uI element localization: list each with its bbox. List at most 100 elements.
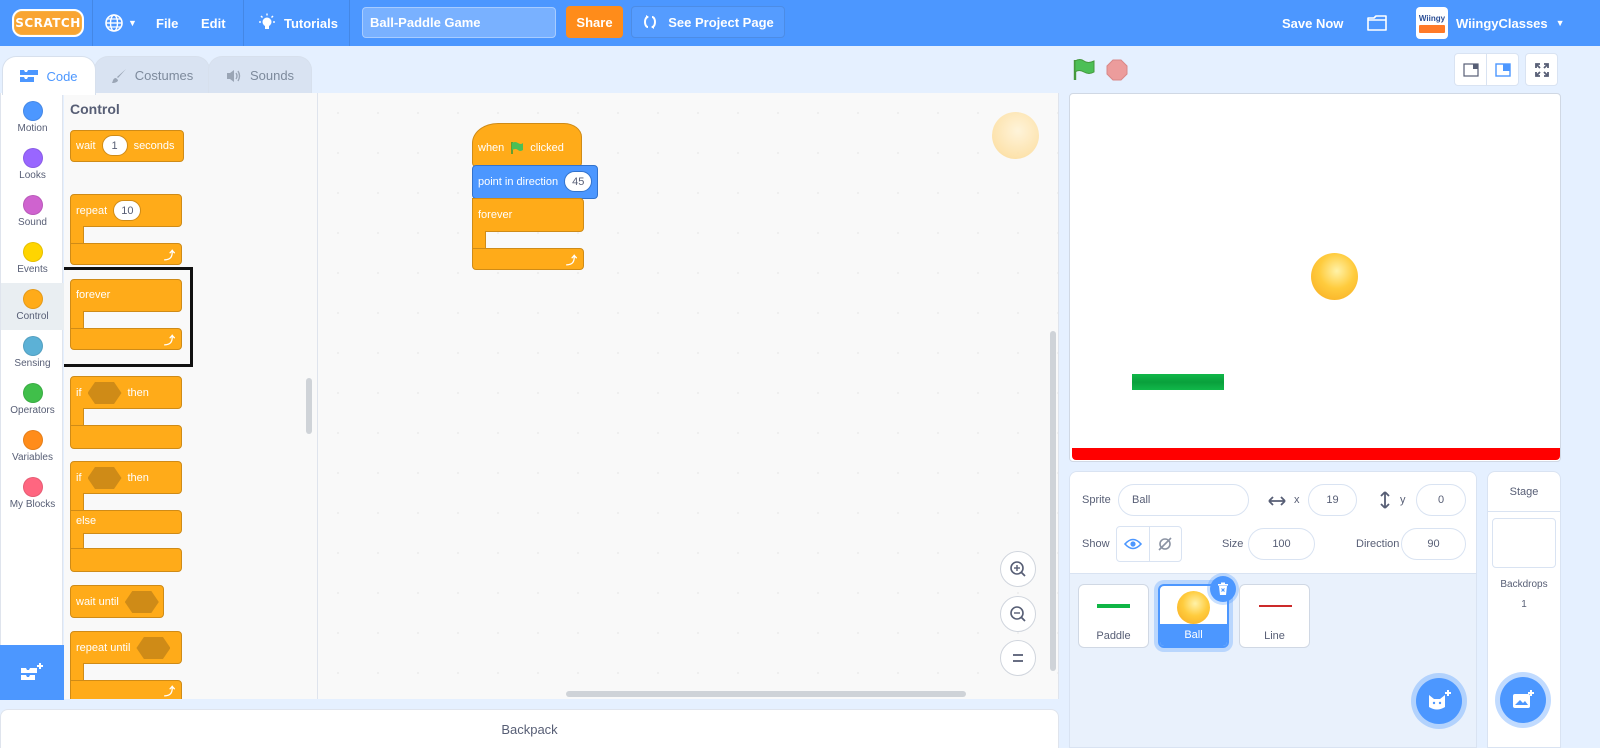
- block-wait-until[interactable]: wait until: [70, 585, 164, 618]
- line-sprite[interactable]: [1072, 448, 1560, 460]
- stage-canvas[interactable]: [1069, 93, 1561, 462]
- sprite-tile-line[interactable]: Line: [1239, 584, 1310, 648]
- username: WiingyClasses: [1456, 15, 1548, 31]
- block-text: then: [127, 472, 149, 484]
- y-position-input[interactable]: 0: [1416, 484, 1466, 516]
- zoom-in-icon: [1010, 561, 1026, 577]
- motion-dot-icon: [22, 101, 43, 121]
- choose-sprite-button[interactable]: [1416, 678, 1462, 724]
- category-sound[interactable]: Sound: [1, 189, 64, 236]
- sound-dot-icon: [22, 195, 43, 215]
- block-when-flag-clicked[interactable]: when clicked: [472, 123, 582, 167]
- block-repeat-until[interactable]: repeat until: [70, 631, 182, 664]
- fullscreen-button[interactable]: [1525, 53, 1558, 86]
- sprite-name-label: Sprite: [1082, 494, 1111, 506]
- edit-menu[interactable]: Edit: [201, 0, 226, 46]
- ball-sprite[interactable]: [1311, 253, 1358, 300]
- block-if-then[interactable]: if then: [70, 376, 182, 409]
- hide-sprite-button[interactable]: [1150, 527, 1182, 561]
- x-position-input[interactable]: 19: [1308, 484, 1357, 516]
- ball-thumbnail: [1177, 591, 1210, 624]
- see-project-page-button[interactable]: See Project Page: [631, 6, 785, 38]
- delete-sprite-button[interactable]: [1210, 576, 1236, 602]
- language-menu[interactable]: ▼: [104, 0, 137, 46]
- equals-icon: [1013, 654, 1023, 662]
- tab-costumes-label: Costumes: [134, 68, 194, 83]
- sprite-tile-paddle[interactable]: Paddle: [1078, 584, 1149, 648]
- save-now-button[interactable]: Save Now: [1282, 0, 1343, 46]
- condition-slot[interactable]: [87, 467, 122, 489]
- stop-icon: [1106, 59, 1128, 81]
- block-text: if: [76, 472, 82, 484]
- direction-input[interactable]: 90: [1401, 528, 1466, 560]
- show-sprite-button[interactable]: [1117, 527, 1150, 561]
- sprite-name-input[interactable]: Ball: [1118, 484, 1249, 516]
- zoom-in-button[interactable]: [1000, 551, 1036, 587]
- category-motion[interactable]: Motion: [1, 95, 64, 142]
- tutorials-button[interactable]: Tutorials: [258, 0, 338, 46]
- choose-backdrop-button[interactable]: [1500, 677, 1546, 723]
- block-wait-seconds[interactable]: wait 1 seconds: [70, 130, 184, 162]
- zoom-out-icon: [1010, 606, 1026, 622]
- paddle-sprite[interactable]: [1132, 374, 1224, 390]
- y-label: y: [1400, 494, 1406, 506]
- scratch-logo[interactable]: SCRATCH: [12, 9, 84, 37]
- stage-selector[interactable]: Stage Backdrops 1: [1487, 471, 1561, 748]
- stop-button[interactable]: [1106, 59, 1128, 81]
- small-stage-button[interactable]: [1454, 53, 1487, 86]
- category-label: Operators: [10, 405, 55, 416]
- category-events[interactable]: Events: [1, 236, 64, 283]
- reset-zoom-button[interactable]: [1000, 640, 1036, 676]
- block-palette: Control wait 1 seconds repeat 10 ⤴ forev…: [64, 93, 318, 699]
- block-if-else[interactable]: if then: [70, 461, 182, 494]
- small-stage-icon: [1462, 62, 1479, 77]
- workspace-vertical-scrollbar[interactable]: [1050, 331, 1056, 671]
- green-flag-button[interactable]: [1072, 58, 1096, 82]
- block-repeat[interactable]: repeat 10: [70, 194, 182, 227]
- share-button[interactable]: Share: [566, 6, 623, 38]
- backpack[interactable]: Backpack: [0, 709, 1059, 748]
- condition-slot[interactable]: [124, 591, 159, 613]
- block-text: if: [76, 387, 82, 399]
- loop-arrow-icon: ⤴: [164, 250, 175, 262]
- category-looks[interactable]: Looks: [1, 142, 64, 189]
- category-sensing[interactable]: Sensing: [1, 330, 64, 377]
- block-text: repeat: [76, 204, 108, 217]
- normal-stage-icon: [1494, 62, 1511, 77]
- stage-thumbnail[interactable]: [1492, 518, 1556, 568]
- add-extension-button[interactable]: [0, 645, 64, 700]
- size-input[interactable]: 100: [1248, 528, 1315, 560]
- condition-slot[interactable]: [87, 382, 122, 404]
- palette-scrollbar[interactable]: [306, 378, 312, 434]
- category-variables[interactable]: Variables: [1, 424, 64, 471]
- category-operators[interactable]: Operators: [1, 377, 64, 424]
- category-control[interactable]: Control: [1, 283, 64, 330]
- block-point-in-direction[interactable]: point in direction 45: [472, 165, 598, 199]
- condition-slot[interactable]: [136, 637, 171, 659]
- tab-costumes[interactable]: Costumes: [94, 56, 210, 94]
- script-area[interactable]: when clicked point in direction 45 forev…: [318, 93, 1059, 699]
- my-stuff-button[interactable]: [1366, 0, 1388, 46]
- workspace-horizontal-scrollbar[interactable]: [566, 691, 966, 697]
- direction-input[interactable]: 45: [564, 171, 593, 192]
- block-forever-script[interactable]: forever: [472, 198, 584, 232]
- zoom-out-button[interactable]: [1000, 596, 1036, 632]
- tab-code[interactable]: Code: [2, 56, 96, 95]
- fullscreen-icon: [1534, 62, 1549, 77]
- looks-dot-icon: [22, 148, 43, 168]
- category-label: Control: [16, 311, 49, 322]
- wait-seconds-input[interactable]: 1: [101, 135, 128, 156]
- cat-add-icon: [1429, 690, 1451, 710]
- file-menu[interactable]: File: [156, 0, 178, 46]
- block-text: wait until: [76, 596, 119, 608]
- normal-stage-button[interactable]: [1486, 53, 1519, 86]
- account-menu[interactable]: Wiingy WiingyClasses ▼: [1416, 0, 1565, 46]
- category-label: Sound: [18, 217, 47, 228]
- category-my-blocks[interactable]: My Blocks: [1, 471, 64, 518]
- tab-sounds[interactable]: Sounds: [208, 56, 312, 94]
- divider: [92, 0, 93, 46]
- add-extension-icon: [21, 662, 43, 680]
- project-title-input[interactable]: Ball-Paddle Game: [362, 7, 556, 38]
- repeat-count-input[interactable]: 10: [113, 200, 142, 221]
- show-label: Show: [1082, 538, 1110, 550]
